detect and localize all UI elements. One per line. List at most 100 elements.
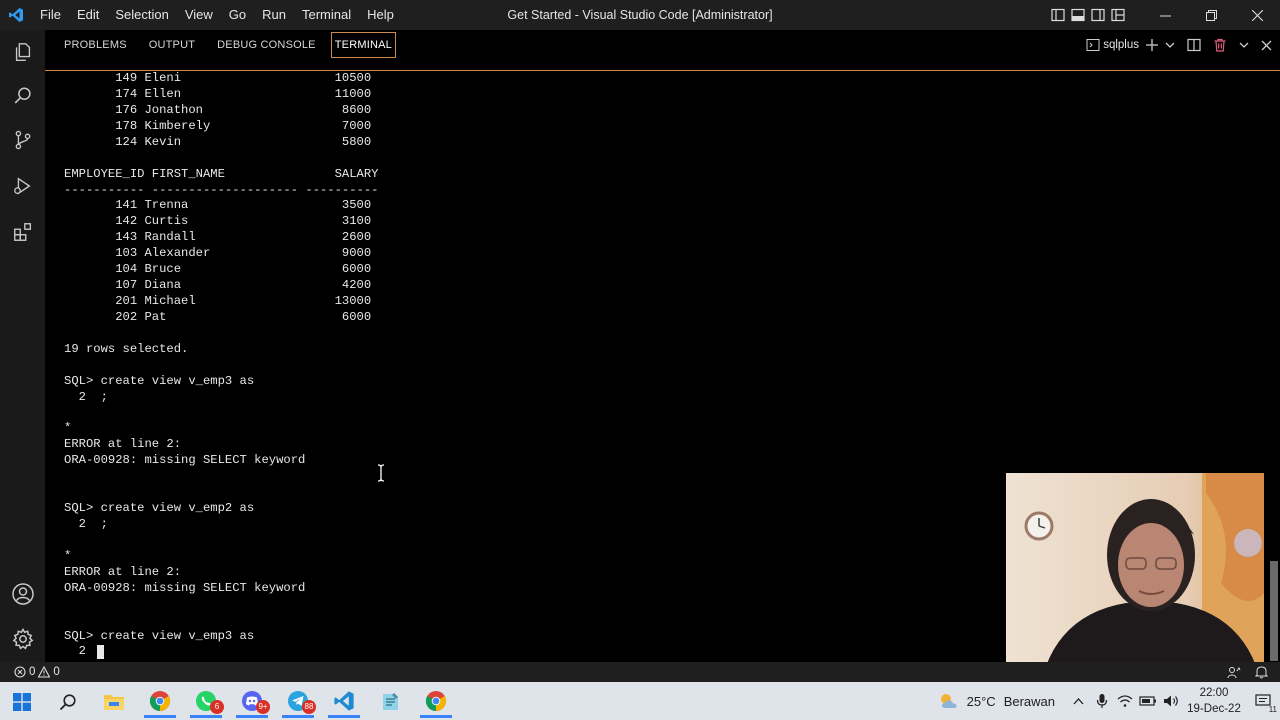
warning-count: 0 — [53, 666, 60, 678]
minimize-button[interactable] — [1142, 0, 1188, 30]
telegram-icon[interactable]: 88 — [282, 686, 316, 718]
terminal-name: sqlplus — [1103, 39, 1139, 51]
close-window-button[interactable] — [1234, 0, 1280, 30]
terminal-line: EMPLOYEE_ID FIRST_NAME SALARY — [64, 166, 379, 181]
terminal-line: 2 — [64, 644, 101, 659]
terminal-line: 104 Bruce 6000 — [64, 262, 372, 277]
microphone-icon[interactable] — [1090, 682, 1113, 720]
terminal-line: SQL> create view v_emp3 as — [64, 628, 255, 643]
menu-run[interactable]: Run — [254, 0, 294, 30]
menu-terminal[interactable]: Terminal — [294, 0, 359, 30]
terminal-line: 19 rows selected. — [64, 341, 189, 356]
status-bar: 0 0 — [0, 662, 1280, 682]
status-problems[interactable]: 0 0 — [14, 666, 60, 678]
terminal-line: 124 Kevin 5800 — [64, 134, 372, 149]
terminal-line: ERROR at line 2: — [64, 437, 182, 452]
maximize-panel-chevron-icon[interactable] — [1239, 30, 1249, 60]
menu-edit[interactable]: Edit — [69, 0, 107, 30]
system-tray: 25°C Berawan 22:00 19-Dec-22 11 — [937, 682, 1280, 720]
menu-selection[interactable]: Selection — [107, 0, 176, 30]
terminal-line: 143 Randall 2600 — [64, 230, 372, 245]
extensions-icon[interactable] — [0, 210, 45, 254]
terminal-dropdown-chevron-icon[interactable] — [1165, 30, 1175, 60]
feedback-icon[interactable] — [1227, 665, 1241, 679]
search-icon[interactable] — [0, 74, 45, 118]
chrome-icon[interactable] — [420, 686, 452, 718]
taskbar-search-icon[interactable] — [52, 686, 84, 718]
partly-cloudy-icon — [940, 694, 957, 708]
terminal-line: ----------- -------------------- -------… — [64, 182, 379, 197]
wifi-icon[interactable] — [1113, 682, 1136, 720]
toggle-secondary-sidebar-icon[interactable] — [1088, 0, 1108, 30]
file-explorer-icon[interactable] — [98, 686, 130, 718]
clock-time: 22:00 — [1199, 687, 1229, 699]
terminal-line: 202 Pat 6000 — [64, 309, 372, 324]
run-and-debug-icon[interactable] — [0, 164, 45, 208]
menu-help[interactable]: Help — [359, 0, 402, 30]
terminal-instance[interactable]: sqlplus — [1086, 30, 1139, 60]
tab-problems[interactable]: PROBLEMS — [53, 30, 138, 60]
terminal-line: 201 Michael 13000 — [64, 294, 372, 309]
terminal-icon — [1086, 39, 1100, 51]
tab-terminal[interactable]: TERMINAL — [330, 32, 396, 58]
menu-view[interactable]: View — [177, 0, 221, 30]
terminal-line: 2 ; — [64, 517, 108, 532]
terminal-scrollbar[interactable] — [1270, 561, 1278, 661]
toggle-primary-sidebar-icon[interactable] — [1048, 0, 1068, 30]
battery-icon[interactable] — [1136, 682, 1159, 720]
terminal-line: 178 Kimberely 7000 — [64, 118, 372, 133]
chrome-profile-icon[interactable] — [144, 686, 176, 718]
warning-icon — [38, 666, 51, 678]
weather-temperature: 25°C — [966, 693, 996, 709]
restore-button[interactable] — [1188, 0, 1234, 30]
terminal-line: SQL> create view v_emp3 as — [64, 373, 255, 388]
terminal-line: ORA-00928: missing SELECT keyword — [64, 453, 306, 468]
windows-start-icon[interactable] — [6, 686, 38, 718]
whatsapp-badge: 6 — [210, 700, 224, 714]
weather-widget[interactable]: 25°C Berawan — [937, 691, 1067, 711]
kill-terminal-trash-icon[interactable] — [1213, 30, 1227, 60]
menu-bar: File Edit Selection View Go Run Terminal… — [32, 0, 402, 30]
terminal-line: 2 ; — [64, 389, 108, 404]
new-terminal-plus-icon[interactable] — [1145, 30, 1159, 60]
vscode-logo-icon — [0, 0, 32, 30]
vscode-taskbar-icon[interactable] — [328, 686, 360, 718]
customize-layout-icon[interactable] — [1108, 0, 1128, 30]
speaker-volume-icon[interactable] — [1159, 682, 1182, 720]
notepad-icon[interactable] — [374, 686, 406, 718]
clock-date: 19-Dec-22 — [1187, 703, 1241, 715]
explorer-icon[interactable] — [0, 30, 45, 74]
terminal-line: * — [64, 421, 72, 436]
terminal-line: 176 Jonathon 8600 — [64, 102, 372, 117]
terminal-output[interactable]: 149 Eleni 10500 174 Ellen 11000 176 Jona… — [64, 70, 1004, 660]
ibeam-cursor-icon — [376, 464, 386, 482]
terminal-line: 107 Diana 4200 — [64, 278, 372, 293]
source-control-icon[interactable] — [0, 118, 45, 162]
taskbar-clock[interactable]: 22:00 19-Dec-22 — [1182, 685, 1246, 717]
menu-go[interactable]: Go — [221, 0, 254, 30]
notifications-bell-icon[interactable] — [1255, 665, 1268, 679]
split-terminal-icon[interactable] — [1187, 30, 1201, 60]
activity-bar — [0, 30, 45, 662]
weather-condition: Berawan — [1003, 693, 1055, 709]
windows-taskbar: 6 9+ 88 25°C Berawan 22:00 19-Dec-22 11 — [0, 682, 1280, 720]
accounts-icon[interactable] — [0, 572, 45, 616]
terminal-cursor — [97, 645, 104, 659]
tab-output[interactable]: OUTPUT — [138, 30, 206, 60]
terminal-line: SQL> create view v_emp2 as — [64, 501, 255, 516]
terminal-line: * — [64, 548, 72, 563]
whatsapp-icon[interactable]: 6 — [190, 686, 224, 718]
toggle-panel-icon[interactable] — [1068, 0, 1088, 30]
error-count: 0 — [29, 666, 36, 678]
terminal-line: 103 Alexander 9000 — [64, 246, 372, 261]
manage-gear-icon[interactable] — [0, 617, 45, 661]
notification-center-icon[interactable]: 11 — [1246, 682, 1280, 720]
menu-file[interactable]: File — [32, 0, 69, 30]
close-panel-icon[interactable] — [1261, 30, 1272, 60]
discord-icon[interactable]: 9+ — [236, 686, 270, 718]
tab-debug-console[interactable]: DEBUG CONSOLE — [206, 30, 327, 60]
notification-count: 11 — [1268, 705, 1277, 714]
terminal-line: 141 Trenna 3500 — [64, 198, 372, 213]
show-hidden-icons-chevron-icon[interactable] — [1067, 682, 1090, 720]
terminal-line: 142 Curtis 3100 — [64, 214, 372, 229]
